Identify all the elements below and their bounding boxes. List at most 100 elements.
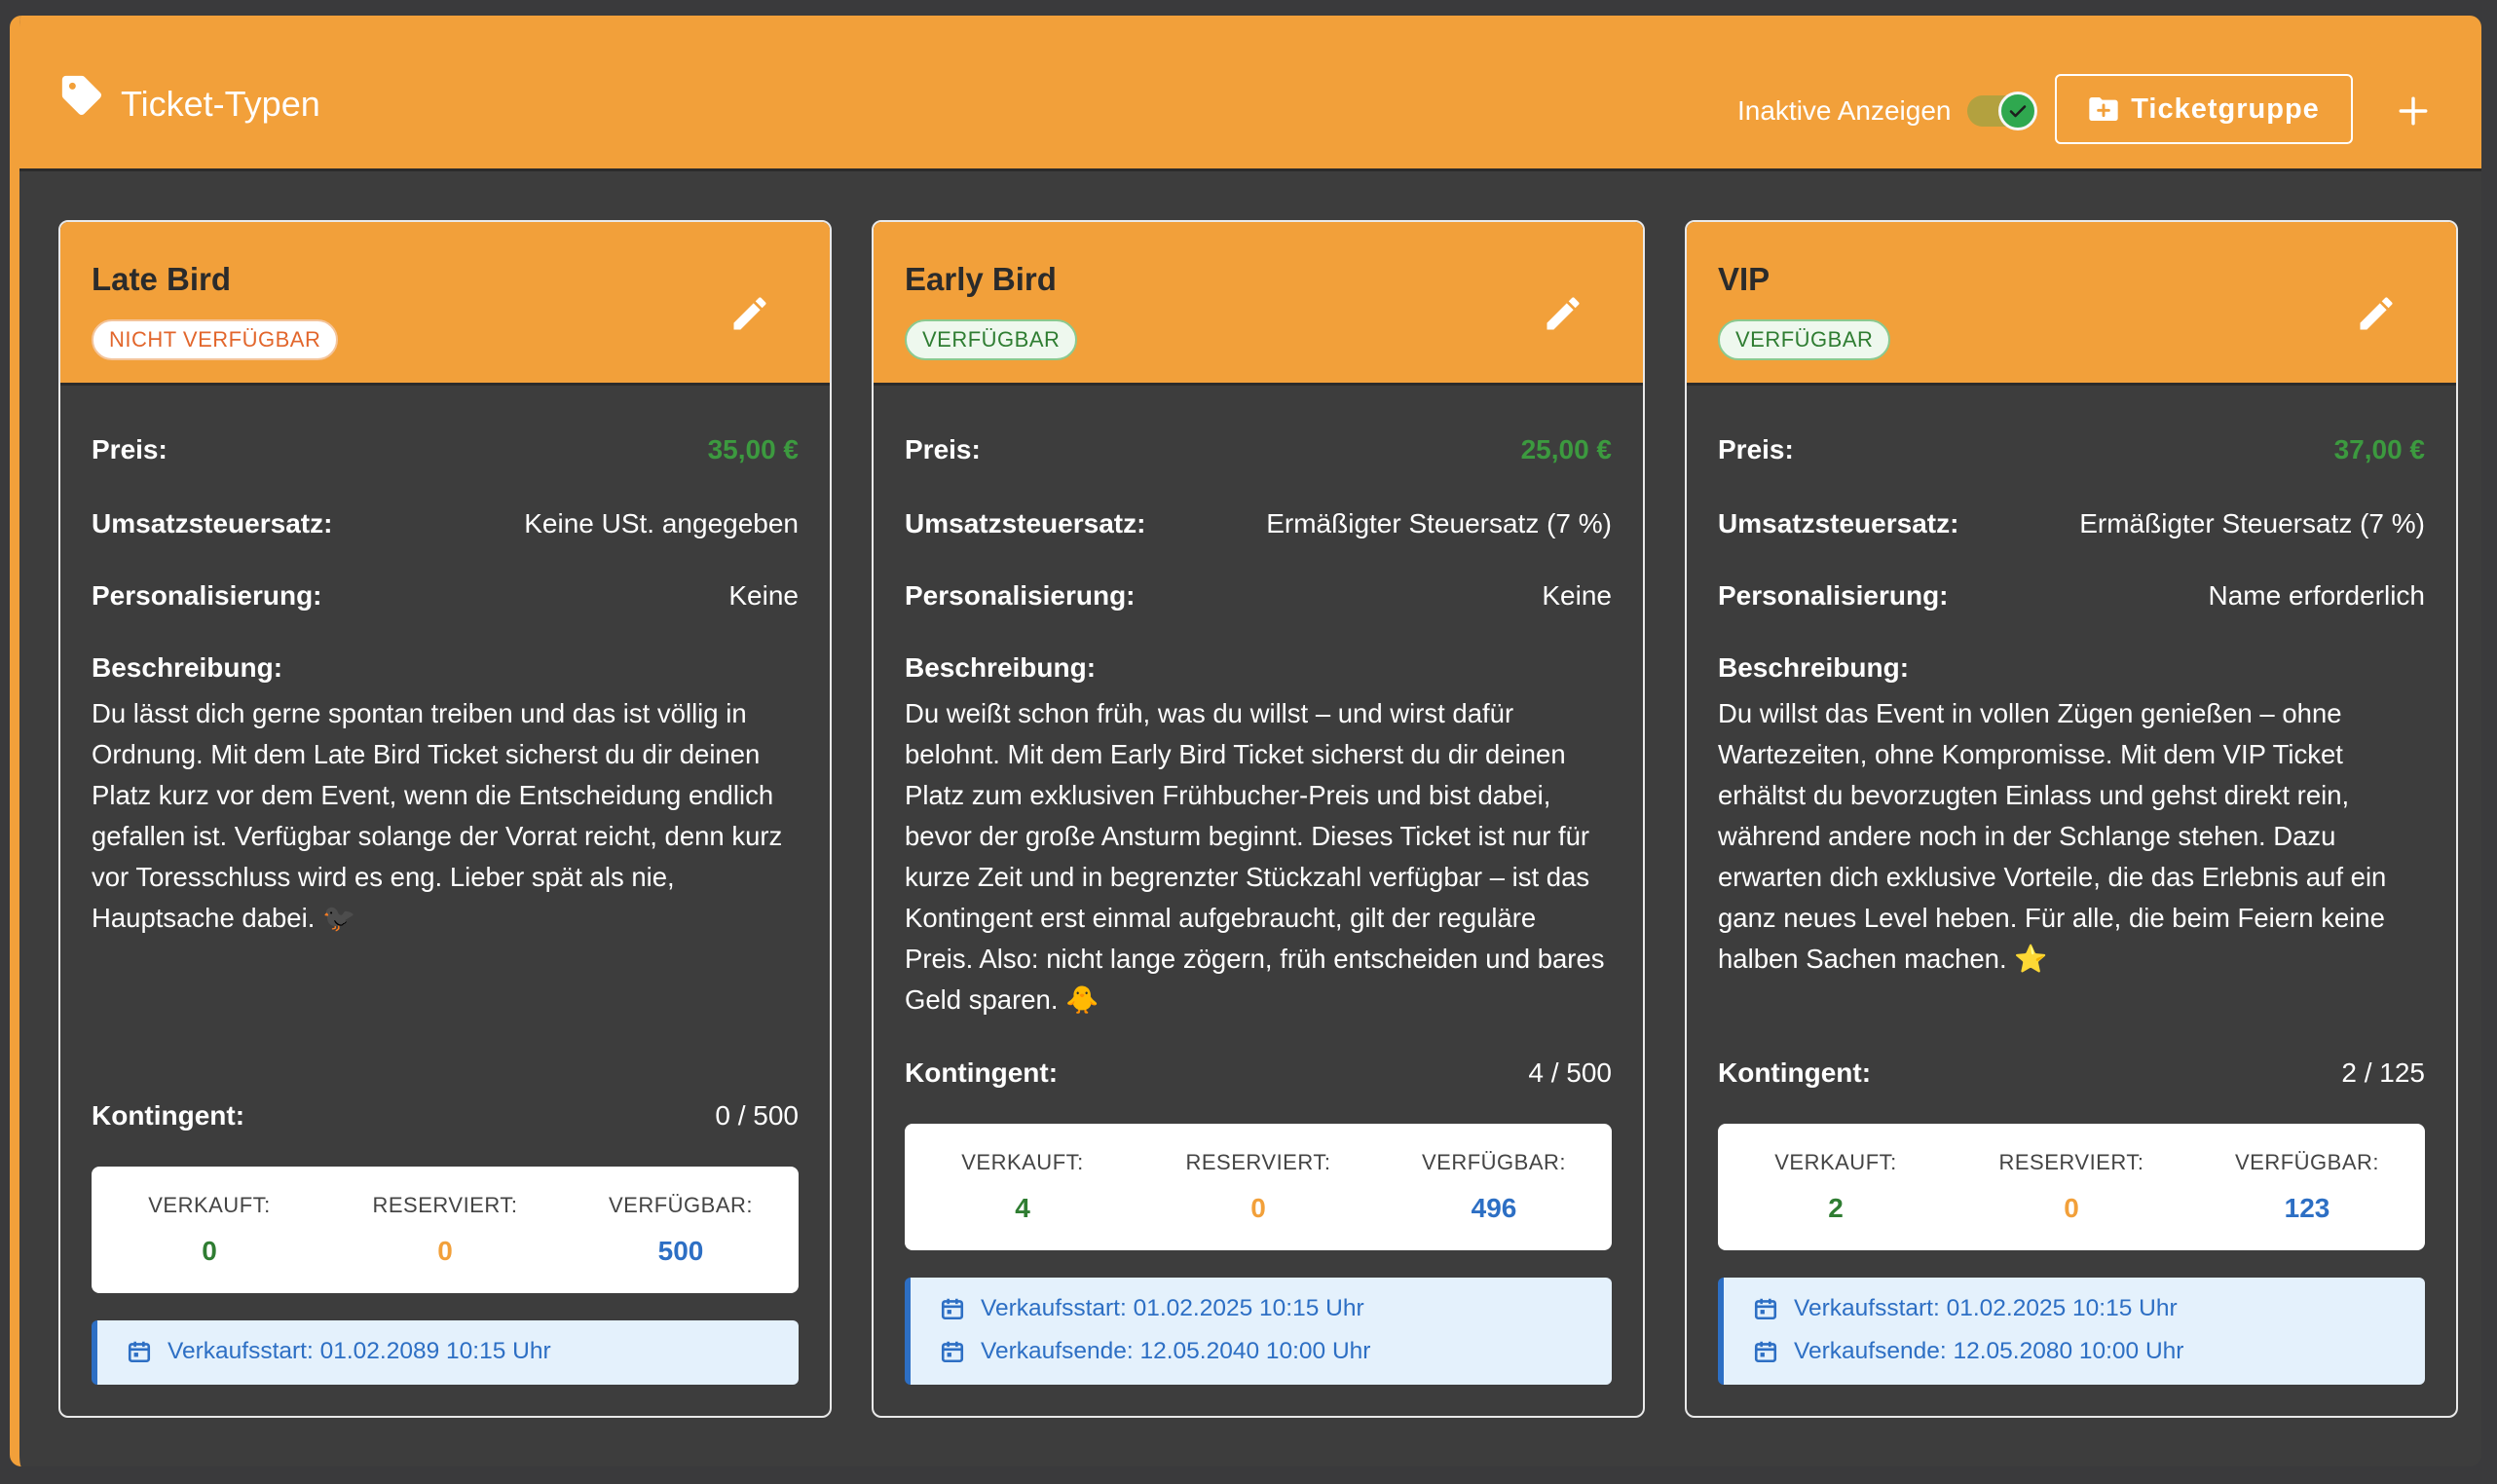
quota-label: Kontingent: bbox=[92, 1100, 245, 1131]
ticket-types-panel: Ticket-Typen Inaktive Anzeigen Ticketgru… bbox=[10, 16, 2481, 1466]
personal-label: Personalisierung: bbox=[92, 580, 322, 611]
status-badge: VERFÜGBAR bbox=[1718, 319, 1891, 360]
tax-label: Umsatzsteuersatz: bbox=[92, 508, 333, 538]
stat-available-label: VERFÜGBAR: bbox=[608, 1193, 753, 1217]
personal-value: Keine bbox=[1542, 580, 1612, 611]
stat-reserved-value: 0 bbox=[437, 1236, 453, 1266]
personal-value: Name erforderlich bbox=[2208, 580, 2425, 611]
price-value: 37,00 € bbox=[2333, 434, 2425, 464]
tag-icon bbox=[61, 75, 102, 116]
stat-available-value: 496 bbox=[1471, 1193, 1517, 1223]
personal-row: Personalisierung: Name erforderlich bbox=[1718, 580, 2425, 612]
show-inactive-toggle[interactable] bbox=[1967, 92, 2037, 130]
card-header: Early Bird VERFÜGBAR bbox=[874, 222, 1643, 386]
stat-sold-value: 4 bbox=[1015, 1193, 1030, 1223]
stats-box: VERKAUFT: 2 RESERVIERT: 0 VERFÜGBAR: 123 bbox=[1718, 1124, 2425, 1250]
desc-label: Beschreibung: bbox=[92, 652, 283, 683]
quota-label: Kontingent: bbox=[905, 1057, 1059, 1088]
description: Du willst das Event in vollen Zügen geni… bbox=[1718, 698, 2387, 974]
check-icon bbox=[2009, 105, 2027, 118]
toggle-knob bbox=[1998, 92, 2037, 130]
status-badge: NICHT VERFÜGBAR bbox=[92, 319, 339, 360]
pencil-icon[interactable] bbox=[2355, 292, 2398, 335]
quota-row: Kontingent: 4 / 500 bbox=[905, 1057, 1612, 1089]
status-badge: VERFÜGBAR bbox=[905, 319, 1078, 360]
stat-reserved-label: RESERVIERT: bbox=[1185, 1150, 1331, 1174]
personal-label: Personalisierung: bbox=[1718, 580, 1949, 611]
ticket-card-early-bird: Early Bird VERFÜGBAR Preis: 25,00 € Umsa… bbox=[872, 220, 1645, 1418]
personal-row: Personalisierung: Keine bbox=[92, 580, 799, 612]
desc-label: Beschreibung: bbox=[905, 652, 1097, 683]
stat-sold-label: VERKAUFT: bbox=[1774, 1150, 1897, 1174]
price-label: Preis: bbox=[92, 434, 168, 464]
folder-plus-icon bbox=[2089, 97, 2118, 121]
calendar-icon bbox=[941, 1298, 964, 1320]
quota-row: Kontingent: 0 / 500 bbox=[92, 1100, 799, 1132]
stat-reserved: RESERVIERT: 0 bbox=[1955, 1150, 2188, 1224]
stat-available-label: VERFÜGBAR: bbox=[1421, 1150, 1566, 1174]
sale-start-text: Verkaufsstart: 01.02.2089 10:15 Uhr bbox=[168, 1338, 551, 1364]
show-inactive-label: Inaktive Anzeigen bbox=[1737, 95, 1952, 126]
tax-row: Umsatzsteuersatz: Keine USt. angegeben bbox=[92, 508, 799, 539]
sale-end-text: Verkaufsende: 12.05.2040 10:00 Uhr bbox=[981, 1338, 1371, 1364]
sale-end-text: Verkaufsende: 12.05.2080 10:00 Uhr bbox=[1794, 1338, 2184, 1364]
price-label: Preis: bbox=[905, 434, 981, 464]
description: Du weißt schon früh, was du willst – und… bbox=[905, 698, 1605, 1015]
card-header: Late Bird NICHT VERFÜGBAR bbox=[60, 222, 830, 386]
tax-label: Umsatzsteuersatz: bbox=[1718, 508, 1959, 538]
stat-available: VERFÜGBAR: 123 bbox=[2190, 1150, 2424, 1224]
card-title: Late Bird bbox=[92, 261, 232, 297]
price-row: Preis: 35,00 € bbox=[92, 434, 799, 465]
stat-sold: VERKAUFT: 0 bbox=[93, 1193, 326, 1267]
sale-period-box: Verkaufsstart: 01.02.2025 10:15 Uhr Verk… bbox=[905, 1278, 1612, 1385]
stat-reserved-label: RESERVIERT: bbox=[1998, 1150, 2144, 1174]
page-title: Ticket-Typen bbox=[121, 84, 320, 124]
sale-start-text: Verkaufsstart: 01.02.2025 10:15 Uhr bbox=[981, 1295, 1364, 1321]
tax-label: Umsatzsteuersatz: bbox=[905, 508, 1146, 538]
stat-sold: VERKAUFT: 2 bbox=[1719, 1150, 1953, 1224]
stats-box: VERKAUFT: 4 RESERVIERT: 0 VERFÜGBAR: 496 bbox=[905, 1124, 1612, 1250]
stat-available: VERFÜGBAR: 496 bbox=[1377, 1150, 1611, 1224]
description: Du lässt dich gerne spontan treiben und … bbox=[92, 698, 783, 933]
card-title: VIP bbox=[1718, 261, 1770, 297]
quota-value: 0 / 500 bbox=[715, 1100, 799, 1131]
tax-row: Umsatzsteuersatz: Ermäßigter Steuersatz … bbox=[905, 508, 1612, 539]
add-ticketgroup-button[interactable]: Ticketgruppe bbox=[2055, 74, 2353, 144]
stat-available-value: 500 bbox=[657, 1236, 704, 1266]
pencil-icon[interactable] bbox=[1542, 292, 1584, 335]
stat-available-value: 123 bbox=[2284, 1193, 2330, 1223]
ticket-card-vip: VIP VERFÜGBAR Preis: 37,00 € Umsatzsteue… bbox=[1685, 220, 2458, 1418]
sale-start-text: Verkaufsstart: 01.02.2025 10:15 Uhr bbox=[1794, 1295, 2178, 1321]
pencil-icon[interactable] bbox=[728, 292, 771, 335]
stat-reserved-value: 0 bbox=[1250, 1193, 1266, 1223]
stat-sold-value: 2 bbox=[1828, 1193, 1844, 1223]
price-value: 25,00 € bbox=[1520, 434, 1612, 464]
sale-end-line: Verkaufsende: 12.05.2080 10:00 Uhr bbox=[1753, 1330, 2425, 1373]
stat-sold-value: 0 bbox=[202, 1236, 217, 1266]
stat-sold: VERKAUFT: 4 bbox=[906, 1150, 1139, 1224]
tax-value: Ermäßigter Steuersatz (7 %) bbox=[2079, 508, 2425, 538]
personal-row: Personalisierung: Keine bbox=[905, 580, 1612, 612]
calendar-icon bbox=[1754, 1298, 1777, 1320]
quota-value: 4 / 500 bbox=[1528, 1057, 1612, 1088]
tax-value: Ermäßigter Steuersatz (7 %) bbox=[1266, 508, 1612, 538]
stat-reserved: RESERVIERT: 0 bbox=[1141, 1150, 1375, 1224]
calendar-icon bbox=[128, 1341, 151, 1363]
calendar-icon bbox=[1754, 1341, 1777, 1363]
personal-value: Keine bbox=[728, 580, 799, 611]
stat-sold-label: VERKAUFT: bbox=[148, 1193, 271, 1217]
stats-box: VERKAUFT: 0 RESERVIERT: 0 VERFÜGBAR: 500 bbox=[92, 1167, 799, 1293]
price-value: 35,00 € bbox=[707, 434, 799, 464]
sale-period-box: Verkaufsstart: 01.02.2025 10:15 Uhr Verk… bbox=[1718, 1278, 2425, 1385]
stat-available: VERFÜGBAR: 500 bbox=[564, 1193, 798, 1267]
stat-sold-label: VERKAUFT: bbox=[961, 1150, 1084, 1174]
price-row: Preis: 37,00 € bbox=[1718, 434, 2425, 465]
sale-start-line: Verkaufsstart: 01.02.2089 10:15 Uhr bbox=[127, 1330, 799, 1373]
stat-reserved: RESERVIERT: 0 bbox=[328, 1193, 562, 1267]
add-ticket-type-button[interactable] bbox=[2392, 90, 2435, 132]
sale-start-line: Verkaufsstart: 01.02.2025 10:15 Uhr bbox=[1753, 1287, 2425, 1330]
card-title: Early Bird bbox=[905, 261, 1057, 297]
stat-reserved-label: RESERVIERT: bbox=[372, 1193, 518, 1217]
tax-row: Umsatzsteuersatz: Ermäßigter Steuersatz … bbox=[1718, 508, 2425, 539]
personal-label: Personalisierung: bbox=[905, 580, 1136, 611]
